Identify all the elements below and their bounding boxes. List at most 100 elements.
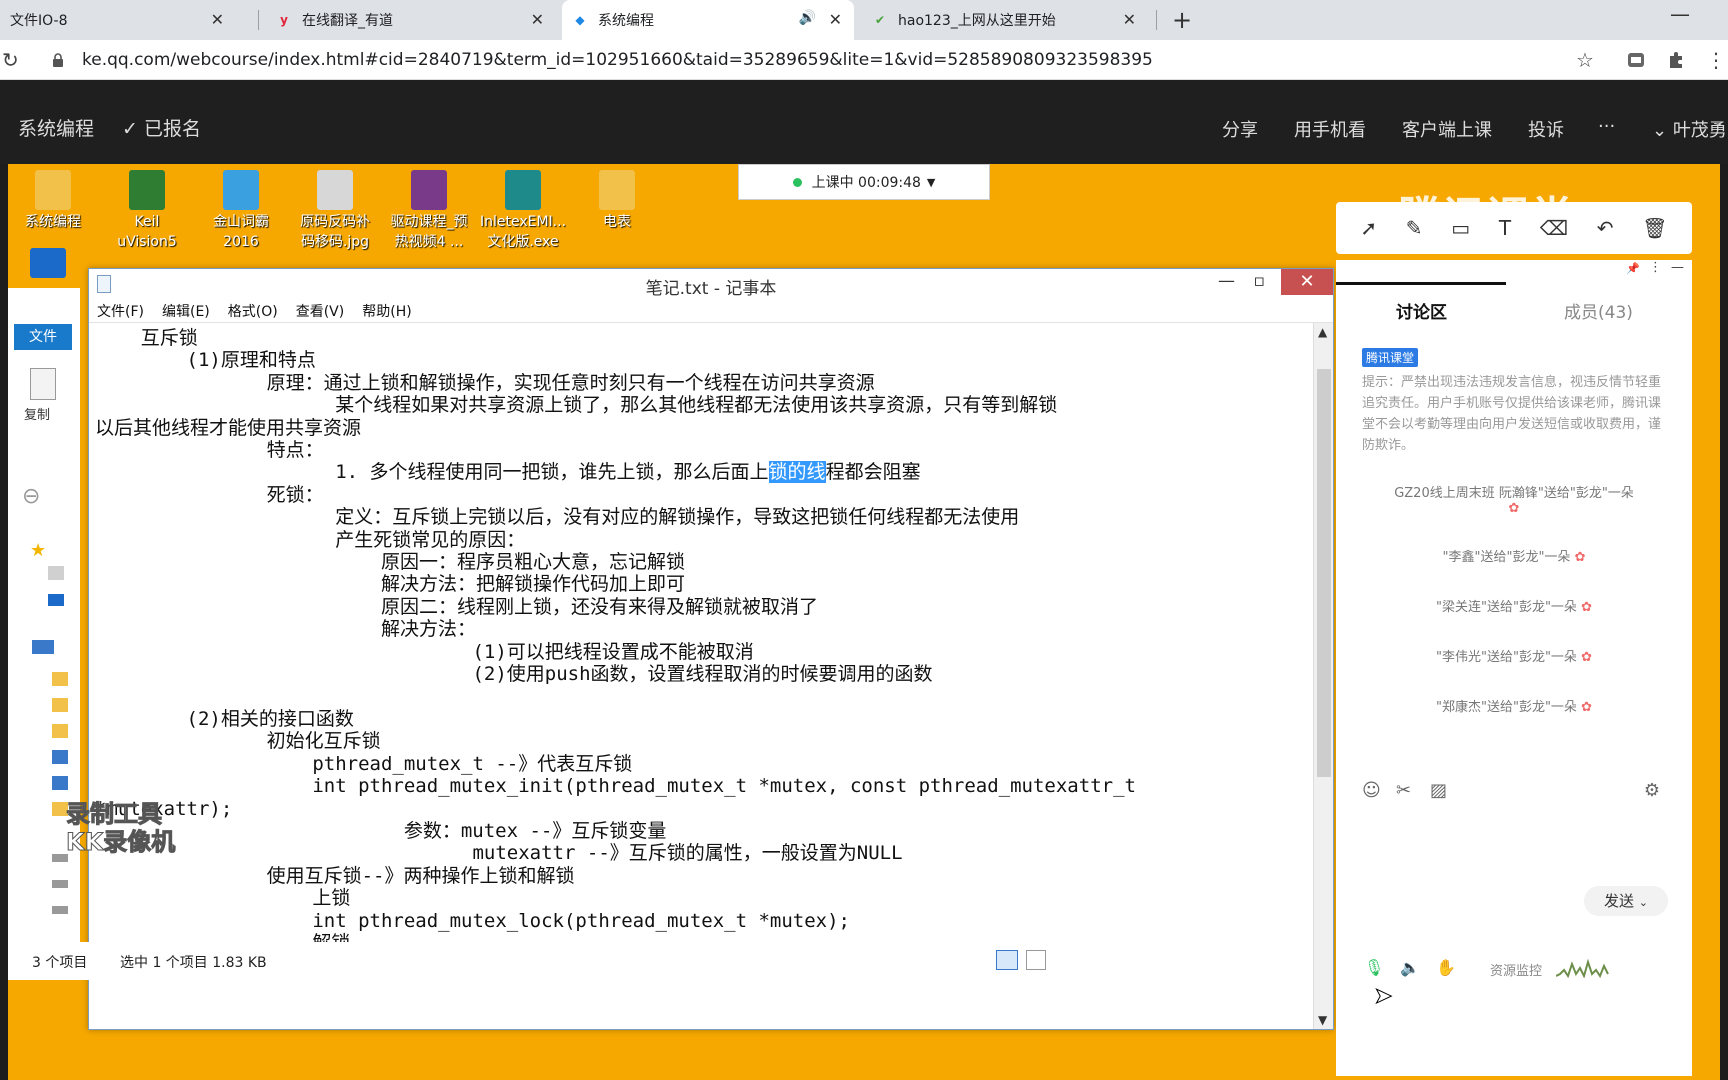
rectangle-icon[interactable]: ▭: [1451, 216, 1470, 240]
minimize-icon[interactable]: —: [1671, 260, 1684, 275]
pen-icon[interactable]: ✎: [1406, 216, 1423, 240]
maximize-icon[interactable]: ▫: [1253, 271, 1265, 291]
desktop-icon-exe[interactable]: InletexEMI... 文化版.exe: [478, 170, 568, 252]
user-menu[interactable]: ⌄ 叶茂勇: [1652, 116, 1727, 142]
copy-icon[interactable]: [30, 368, 56, 400]
vertical-scrollbar[interactable]: ▲ ▼: [1313, 323, 1333, 1029]
menu-format[interactable]: 格式(O): [228, 301, 278, 321]
youdao-icon: y: [280, 13, 288, 27]
scroll-down-icon[interactable]: ▼: [1318, 1013, 1327, 1027]
mobile-view-link[interactable]: 用手机看: [1294, 116, 1366, 142]
desktop-icon-meter[interactable]: 电表: [572, 170, 662, 232]
tab-youdao[interactable]: y 在线翻译_有道 ✕: [266, 0, 556, 40]
tab-members[interactable]: 成员(43): [1564, 298, 1633, 323]
desktop-icon-keil[interactable]: Keil uVision5: [102, 170, 192, 252]
emoji-icon[interactable]: ☺: [1362, 780, 1381, 801]
close-icon[interactable]: ✕: [829, 10, 842, 29]
menu-dots-icon[interactable]: ⋮: [1706, 48, 1726, 72]
notepad-text-area[interactable]: 互斥锁 (1)原理和特点 原理：通过上锁和解锁操作，实现任意时刻只有一个线程在访…: [89, 323, 1313, 1029]
viewer-watermark: 3816191966正在观看视频: [608, 706, 794, 724]
scroll-up-icon[interactable]: ▲: [1318, 325, 1327, 339]
tab-system-programming[interactable]: ◆ 系统编程 🔊 ✕: [562, 0, 854, 40]
menu-edit[interactable]: 编辑(E): [162, 301, 210, 321]
eraser-icon[interactable]: ⌫: [1540, 216, 1568, 240]
tab-separator: [258, 10, 259, 30]
resource-monitor-label[interactable]: 资源监控: [1490, 960, 1542, 979]
flower-icon: ✿: [1581, 700, 1592, 715]
back-arrow-icon[interactable]: ⊖: [22, 484, 40, 509]
pin-icon[interactable]: 📌: [1626, 262, 1640, 275]
menu-file[interactable]: 文件(F): [97, 301, 144, 321]
large-icons-view-icon[interactable]: [1026, 950, 1046, 970]
desktop-icon-video[interactable]: 驱动课程_预 热视频4 ...: [384, 170, 474, 252]
share-link[interactable]: 分享: [1222, 116, 1258, 142]
computer-icon: [32, 640, 54, 654]
app-icon[interactable]: [30, 248, 66, 278]
undo-icon[interactable]: ↶: [1597, 216, 1614, 240]
tab-label: 系统编程: [598, 13, 654, 29]
extension-icon[interactable]: [1626, 50, 1646, 70]
menu-view[interactable]: 查看(V): [296, 301, 345, 321]
desktop-icon-folder[interactable]: 系统编程: [8, 170, 98, 232]
desktop-icon-kingsoft[interactable]: 金山词霸 2016: [196, 170, 286, 252]
pointer-icon[interactable]: ➚: [1360, 216, 1377, 240]
chevron-down-icon: ⌄: [1652, 120, 1673, 141]
close-icon[interactable]: ✕: [1123, 10, 1136, 29]
more-menu[interactable]: ···: [1598, 116, 1615, 137]
tab-label: 文件IO-8: [10, 13, 68, 29]
tab-separator: [1156, 10, 1157, 30]
folder-icon: [52, 776, 68, 790]
audio-playing-icon[interactable]: 🔊: [799, 10, 816, 26]
hand-raise-icon[interactable]: ✋: [1436, 958, 1456, 977]
minimize-icon[interactable]: —: [1670, 2, 1690, 26]
bookmark-star-icon[interactable]: ☆: [1576, 48, 1594, 72]
image-file-icon: [317, 170, 353, 210]
menu-help[interactable]: 帮助(H): [362, 301, 411, 321]
chat-message: "郑康杰"送给"彭龙"一朵 ✿: [1336, 696, 1692, 715]
copy-label: 复制: [24, 408, 51, 423]
details-view-icon[interactable]: [996, 950, 1018, 970]
settings-icon[interactable]: ⚙: [1644, 780, 1660, 801]
video-player[interactable]: 系统编程 Keil uVision5 金山词霸 2016 原码反码补 码移码.j…: [8, 164, 1720, 1080]
more-icon[interactable]: ⋮: [1649, 260, 1662, 275]
close-icon[interactable]: ✕: [531, 10, 544, 29]
keil-icon: [129, 170, 165, 210]
chat-message: GZ20线上周末班 阮瀚锋"送给"彭龙"一朵 ✿: [1336, 482, 1692, 516]
tab-hao123[interactable]: ✔ hao123_上网从这里开始 ✕: [862, 0, 1148, 40]
mouse-cursor-icon: ➤: [1373, 984, 1393, 1010]
close-button[interactable]: ✕: [1281, 269, 1333, 295]
selection-info: 选中 1 个项目 1.83 KB: [120, 955, 267, 971]
complaint-link[interactable]: 投诉: [1528, 116, 1564, 142]
desktop-icon-label: 系统编程: [25, 214, 81, 230]
lock-icon[interactable]: [52, 53, 64, 67]
live-status-badge[interactable]: 上课中 00:09:48 ▼: [738, 164, 990, 200]
explorer-file-tab[interactable]: 文件: [14, 324, 72, 350]
client-class-link[interactable]: 客户端上课: [1402, 116, 1492, 142]
new-tab-icon[interactable]: +: [1172, 6, 1192, 34]
url-field[interactable]: ke.qq.com/webcourse/index.html#cid=28407…: [82, 50, 1153, 70]
trash-icon[interactable]: 🗑: [1642, 216, 1667, 240]
speaker-icon[interactable]: 🔈: [1400, 958, 1420, 977]
scrollbar-thumb[interactable]: [1317, 369, 1331, 777]
send-button[interactable]: 发送 ⌄: [1584, 886, 1668, 916]
flower-icon: ✿: [1581, 650, 1592, 665]
close-icon[interactable]: ✕: [211, 10, 224, 29]
puzzle-icon[interactable]: [1666, 50, 1686, 70]
minimize-icon[interactable]: —: [1218, 271, 1235, 291]
enrolled-status: ✓ 已报名: [122, 114, 201, 141]
chevron-down-icon: ▼: [926, 175, 936, 189]
reload-icon[interactable]: ↻: [2, 48, 19, 72]
tab-discussion[interactable]: 讨论区: [1396, 298, 1447, 323]
panel-topbar: 📌 ⋮ —: [1336, 260, 1692, 286]
notepad-title: 笔记.txt - 记事本: [645, 279, 777, 299]
text-icon[interactable]: T: [1499, 216, 1511, 240]
microphone-icon[interactable]: 🎙: [1364, 958, 1384, 977]
folder-icon: [52, 672, 68, 686]
live-timer: 上课中 00:09:48: [811, 175, 921, 191]
desktop-icon-image[interactable]: 原码反码补 码移码.jpg: [290, 170, 380, 252]
note-text-before: 互斥锁 (1)原理和特点 原理：通过上锁和解锁操作，实现任意时刻只有一个线程在访…: [95, 327, 1058, 484]
tab-file-io[interactable]: 文件IO-8 ✕: [0, 0, 236, 40]
enrolled-label: 已报名: [143, 118, 201, 140]
scissors-icon[interactable]: ✂: [1396, 780, 1411, 801]
image-icon[interactable]: ▨: [1430, 780, 1447, 801]
